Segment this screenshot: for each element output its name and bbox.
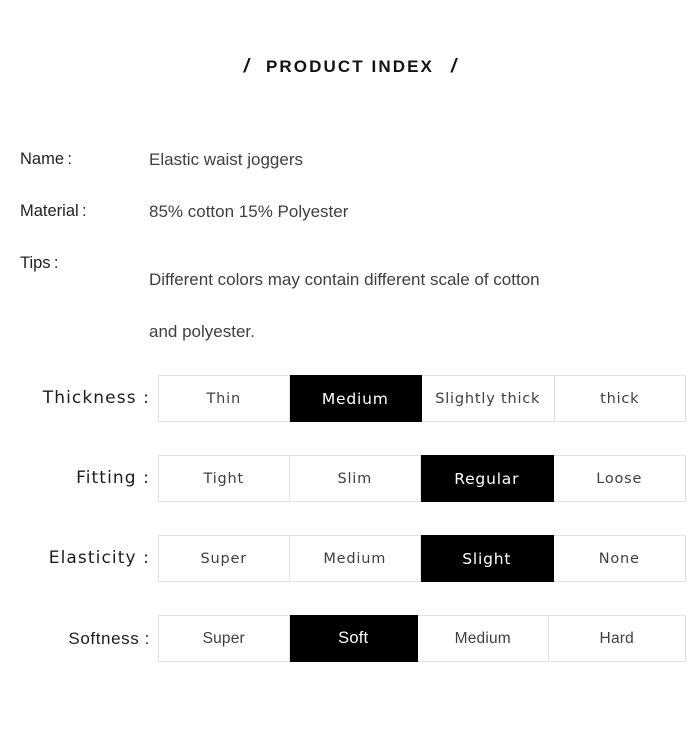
attribute-options-softness: Super Soft Medium Hard <box>158 615 686 662</box>
option-softness-super[interactable]: Super <box>159 616 290 661</box>
option-fitting-regular[interactable]: Regular <box>421 455 554 502</box>
info-value-tips-line1: Different colors may contain different s… <box>149 270 540 289</box>
product-info-block: Name : Elastic waist joggers Material : … <box>0 150 700 341</box>
attribute-label-softness: Softness : <box>68 629 150 648</box>
info-value-name: Elastic waist joggers <box>149 150 304 169</box>
attribute-options-fitting: Tight Slim Regular Loose <box>158 455 686 502</box>
option-fitting-tight[interactable]: Tight <box>159 456 290 501</box>
option-elasticity-none[interactable]: None <box>553 536 685 581</box>
info-label-material: Material : <box>20 202 87 220</box>
attribute-label-fitting: Fitting : <box>76 468 150 488</box>
title-slash-right: / <box>451 56 457 77</box>
option-thickness-thin[interactable]: Thin <box>159 376 290 421</box>
option-fitting-loose[interactable]: Loose <box>553 456 685 501</box>
attribute-options-elasticity: Super Medium Slight None <box>158 535 686 582</box>
info-value-material: 85% cotton 15% Polyester <box>149 202 349 221</box>
info-value-tips-line2: and polyester. <box>149 322 255 341</box>
attribute-row-thickness: Thickness : Thin Medium Slightly thick t… <box>0 375 700 455</box>
option-thickness-slightly-thick[interactable]: Slightly thick <box>422 376 555 421</box>
option-elasticity-medium[interactable]: Medium <box>289 536 421 581</box>
info-row-name: Name : Elastic waist joggers <box>0 150 700 202</box>
option-thickness-medium[interactable]: Medium <box>289 375 422 422</box>
info-label-tips: Tips : <box>20 254 59 272</box>
attribute-row-fitting: Fitting : Tight Slim Regular Loose <box>0 455 700 535</box>
attribute-label-elasticity: Elasticity : <box>48 548 150 568</box>
info-row-tips: Tips : Different colors may contain diff… <box>0 254 700 341</box>
attribute-row-softness: Softness : Super Soft Medium Hard <box>0 615 700 695</box>
attribute-label-thickness: Thickness : <box>42 388 150 408</box>
option-softness-soft[interactable]: Soft <box>289 615 419 662</box>
info-row-material: Material : 85% cotton 15% Polyester <box>0 202 700 254</box>
option-softness-medium[interactable]: Medium <box>418 616 549 661</box>
title-slash-left: / <box>243 56 249 77</box>
option-thickness-thick[interactable]: thick <box>554 376 685 421</box>
attribute-row-elasticity: Elasticity : Super Medium Slight None <box>0 535 700 615</box>
attribute-selector-block: Thickness : Thin Medium Slightly thick t… <box>0 375 700 695</box>
option-fitting-slim[interactable]: Slim <box>289 456 421 501</box>
option-softness-hard[interactable]: Hard <box>548 616 685 661</box>
option-elasticity-slight[interactable]: Slight <box>421 535 554 582</box>
title-label: PRODUCT INDEX <box>265 57 435 76</box>
option-elasticity-super[interactable]: Super <box>159 536 290 581</box>
attribute-options-thickness: Thin Medium Slightly thick thick <box>158 375 686 422</box>
page-title: / PRODUCT INDEX / <box>0 56 700 78</box>
info-value-tips: Different colors may contain different s… <box>149 254 679 358</box>
info-label-name: Name : <box>20 150 72 168</box>
